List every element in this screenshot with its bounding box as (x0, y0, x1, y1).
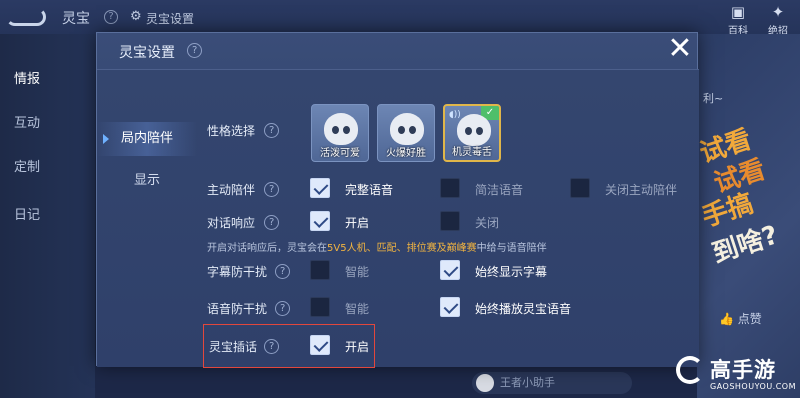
subtitle-smart-checkbox[interactable] (310, 260, 330, 280)
dialog-title: 灵宝设置 (119, 45, 175, 61)
subtitle-smart-label: 智能 (345, 265, 370, 279)
subtitle-anti-interference-label: 字幕防干扰 (207, 265, 268, 279)
encyclopedia-button[interactable]: ▣ 百科 (724, 3, 752, 37)
sidebar-item-interact[interactable]: 互动 (14, 112, 40, 131)
close-button[interactable]: ✕ (665, 34, 695, 65)
encyclopedia-icon: ▣ (730, 3, 746, 21)
sidebar-item-intel[interactable]: 情报 (14, 68, 40, 87)
watermark-g-icon (676, 356, 704, 384)
active-companion-help-icon[interactable]: ? (260, 178, 283, 201)
dialog-response-help-icon[interactable]: ? (260, 211, 283, 234)
personality-help-icon[interactable]: ? (260, 119, 283, 142)
lingbao-face-icon (390, 113, 424, 145)
subtitle-always-checkbox[interactable] (440, 260, 460, 280)
promo-top-text: 利~ (703, 92, 724, 105)
note-highlight: 5V5人机、匹配、排位赛及巅峰赛 (327, 243, 477, 254)
back-logo-icon[interactable] (6, 8, 46, 26)
personality-label: 性格选择 (207, 124, 256, 138)
voice-icon: ◖)) (449, 110, 461, 120)
top-bar: 灵宝 ? ⚙ 灵宝设置 ▣ 百科 ✦ 绝招 (0, 0, 800, 37)
lingbao-face-icon (457, 114, 491, 146)
disable-companion-label: 关闭主动陪伴 (605, 183, 678, 197)
settings-dialog: 灵宝设置 ? ✕ 局内陪伴 显示 性格选择 ? 活泼可爱 火爆好胜 ◖)) ✓ … (96, 32, 699, 368)
lingbao-face-icon (324, 113, 358, 145)
dialog-response-on-label: 开启 (345, 216, 370, 230)
assistant-chip[interactable]: 王者小助手 (472, 372, 632, 394)
background-sidebar: 情报 互动 定制 日记 (0, 34, 95, 398)
watermark-brand: 高手游 (710, 358, 776, 382)
concise-voice-checkbox[interactable] (440, 178, 460, 198)
note-prefix: 开启对话响应后，灵宝会在 (207, 243, 327, 254)
app-title: 灵宝 (62, 11, 90, 27)
tips-icon: ✦ (771, 3, 785, 21)
persona-clever-sharp[interactable]: ◖)) ✓ 机灵毒舌 (443, 104, 501, 162)
dialog-response-off-checkbox[interactable] (440, 211, 460, 231)
watermark-url: GAOSHOUYOU.COM (710, 382, 797, 391)
interjection-on-checkbox[interactable] (310, 335, 330, 355)
tab-display[interactable]: 显示 (97, 164, 197, 198)
voice-always-label: 始终播放灵宝语音 (475, 302, 572, 316)
interjection-label: 灵宝插话 (209, 340, 258, 354)
dialog-response-on-checkbox[interactable] (310, 211, 330, 231)
settings-link[interactable]: 灵宝设置 (146, 10, 194, 27)
voice-smart-checkbox[interactable] (310, 297, 330, 317)
dialog-response-note: 开启对话响应后，灵宝会在5V5人机、匹配、排位赛及巅峰赛中给与语音陪伴 (207, 239, 547, 254)
help-icon[interactable]: ? (104, 10, 118, 24)
persona-lively-cute[interactable]: 活泼可爱 (311, 104, 369, 162)
subtitle-help-icon[interactable]: ? (271, 260, 294, 283)
voice-help-icon[interactable]: ? (271, 297, 294, 320)
note-suffix: 中给与语音陪伴 (476, 243, 547, 254)
persona-label: 活泼可爱 (320, 148, 360, 159)
persona-label: 火爆好胜 (386, 148, 426, 159)
watermark-logo: 高手游 GAOSHOUYOU.COM (676, 352, 798, 396)
dialog-response-off-label: 关闭 (475, 216, 500, 230)
voice-smart-label: 智能 (345, 302, 370, 316)
persona-label: 机灵毒舌 (452, 147, 492, 158)
title-help-icon[interactable]: ? (183, 39, 206, 62)
subtitle-always-label: 始终显示字幕 (475, 265, 548, 279)
dialog-body: 局内陪伴 显示 性格选择 ? 活泼可爱 火爆好胜 ◖)) ✓ 机灵毒舌 主动陪伴… (97, 69, 699, 368)
disable-companion-checkbox[interactable] (570, 178, 590, 198)
tab-in-game-companion[interactable]: 局内陪伴 (97, 122, 197, 156)
tips-button[interactable]: ✦ 绝招 (764, 3, 792, 37)
background-promo-panel: 利~ 试看 试看 手搞 到啥? 👍 点赞 (697, 34, 800, 398)
thumbs-up-icon: 👍 (719, 312, 734, 326)
sidebar-item-custom[interactable]: 定制 (14, 156, 40, 175)
active-companion-label: 主动陪伴 (207, 183, 256, 197)
like-button[interactable]: 👍 点赞 (719, 310, 762, 327)
like-label: 点赞 (737, 312, 762, 326)
dialog-response-label: 对话响应 (207, 216, 256, 230)
tab-list: 局内陪伴 显示 (97, 70, 197, 368)
interjection-on-label: 开启 (345, 340, 370, 354)
concise-voice-label: 简洁语音 (475, 183, 524, 197)
sidebar-item-diary[interactable]: 日记 (14, 204, 40, 223)
full-voice-label: 完整语音 (345, 183, 394, 197)
gear-icon: ⚙ (130, 9, 142, 24)
persona-fiery-competitive[interactable]: 火爆好胜 (377, 104, 435, 162)
voice-always-checkbox[interactable] (440, 297, 460, 317)
voice-anti-interference-label: 语音防干扰 (207, 302, 268, 316)
background-bottom-bar: 王者小助手 (95, 366, 697, 398)
full-voice-checkbox[interactable] (310, 178, 330, 198)
